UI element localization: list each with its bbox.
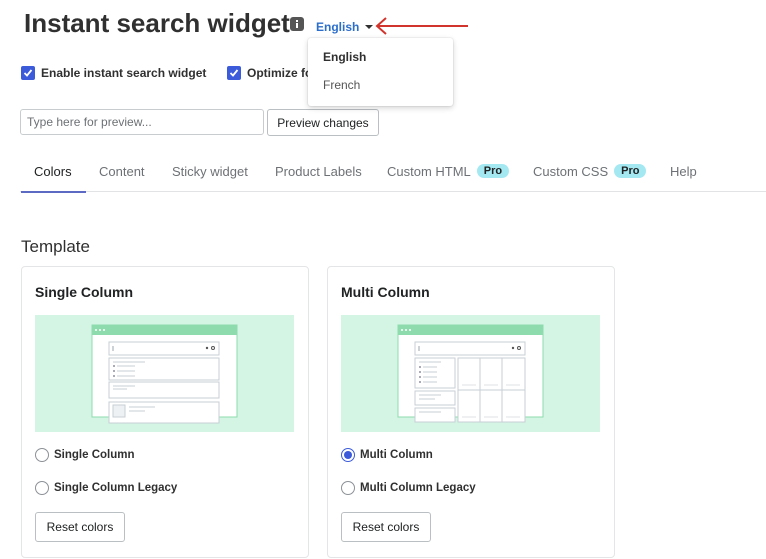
single-column-radio-option[interactable]: Single Column — [35, 448, 135, 462]
page-title: Instant search widget — [24, 8, 290, 38]
language-option-english[interactable]: English — [308, 44, 453, 72]
tab-colors-label: Colors — [34, 163, 72, 179]
annotation-arrow-icon — [375, 17, 468, 35]
language-dropdown: English French — [308, 38, 453, 106]
multi-column-card: Multi Column Multi Column Multi Column L… — [327, 266, 615, 558]
reset-colors-button[interactable]: Reset colors — [341, 512, 431, 542]
settings-tabs: Colors Content Sticky widget Product Lab… — [20, 150, 766, 193]
radio-label: Multi Column Legacy — [360, 482, 476, 494]
card-title: Single Column — [35, 284, 133, 300]
tab-help-label: Help — [670, 163, 697, 179]
template-section-title: Template — [21, 237, 90, 256]
tab-sticky-widget-label: Sticky widget — [172, 163, 248, 179]
pro-badge: Pro — [614, 164, 647, 178]
language-selector-label: English — [316, 20, 360, 34]
info-icon[interactable] — [290, 17, 304, 31]
pro-badge: Pro — [476, 164, 510, 178]
multi-column-legacy-radio-option[interactable]: Multi Column Legacy — [341, 481, 476, 495]
radio-button[interactable] — [35, 481, 49, 495]
tab-product-labels-label: Product Labels — [275, 163, 362, 179]
tab-custom-css[interactable]: Custom CSS Pro — [533, 150, 647, 192]
single-column-card: Single Column Single Column Single Colum… — [21, 266, 309, 558]
tab-content-label: Content — [99, 163, 145, 179]
optimize-label: Optimize fo — [247, 66, 313, 80]
tab-content[interactable]: Content — [99, 150, 145, 192]
radio-label: Single Column — [54, 449, 135, 461]
radio-button[interactable] — [35, 448, 49, 462]
enable-widget-checkbox[interactable] — [21, 66, 35, 80]
tab-custom-html-label: Custom HTML — [387, 163, 471, 179]
tab-help[interactable]: Help — [670, 150, 697, 192]
reset-colors-button[interactable]: Reset colors — [35, 512, 125, 542]
language-selector[interactable]: English — [316, 20, 374, 34]
radio-label: Single Column Legacy — [54, 482, 178, 494]
language-option-french[interactable]: French — [308, 72, 453, 100]
tab-colors[interactable]: Colors — [21, 150, 86, 193]
tab-product-labels[interactable]: Product Labels — [275, 150, 362, 192]
card-title: Multi Column — [341, 284, 430, 300]
tab-sticky-widget[interactable]: Sticky widget — [172, 150, 248, 192]
preview-changes-button[interactable]: Preview changes — [267, 109, 379, 136]
optimize-checkbox[interactable] — [227, 66, 241, 80]
preview-search-input[interactable] — [20, 109, 264, 135]
multi-column-preview-image — [341, 315, 600, 432]
multi-column-radio-option[interactable]: Multi Column — [341, 448, 433, 462]
single-column-legacy-radio-option[interactable]: Single Column Legacy — [35, 481, 177, 495]
optimize-checkbox-row[interactable]: Optimize fo — [227, 66, 312, 80]
radio-label: Multi Column — [360, 449, 433, 461]
tab-custom-css-label: Custom CSS — [533, 163, 609, 179]
enable-widget-checkbox-row[interactable]: Enable instant search widget — [21, 66, 206, 80]
radio-button[interactable] — [341, 481, 355, 495]
enable-widget-label: Enable instant search widget — [41, 66, 207, 80]
tab-custom-html[interactable]: Custom HTML Pro — [387, 150, 510, 192]
single-column-preview-image — [35, 315, 294, 432]
radio-button[interactable] — [341, 448, 355, 462]
